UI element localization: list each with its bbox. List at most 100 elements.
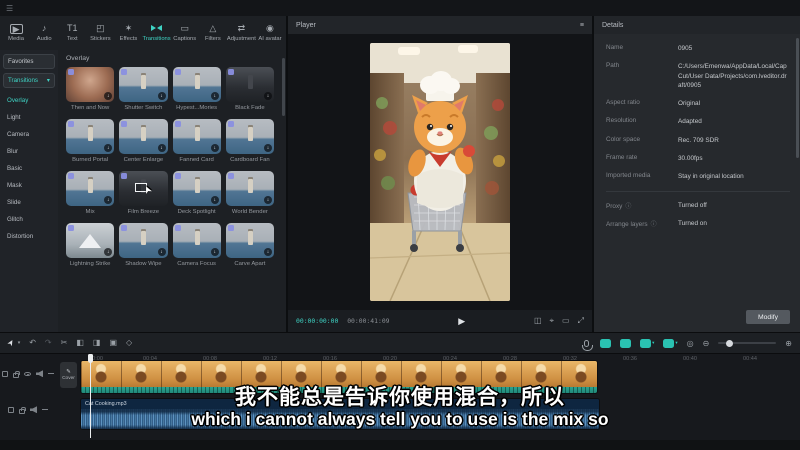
- transition-item[interactable]: ↓ Burned Portal: [66, 119, 114, 163]
- sidebar-item-favorites[interactable]: Favorites: [3, 54, 55, 69]
- ratio-icon[interactable]: ▭: [562, 316, 570, 326]
- tab-stickers[interactable]: ◰ Stickers: [86, 24, 114, 42]
- redo-icon[interactable]: ↷: [45, 339, 52, 347]
- audio-icon: ♪: [42, 24, 47, 34]
- delete-left-icon[interactable]: ◧: [76, 339, 84, 347]
- lock-icon[interactable]: [19, 409, 25, 414]
- freeze-icon[interactable]: ◇: [126, 339, 132, 347]
- transition-item[interactable]: ↓ Shutter Switch: [119, 67, 167, 111]
- transition-item[interactable]: ↓ Hypest...Mories: [173, 67, 221, 111]
- collapse-icon[interactable]: [42, 409, 48, 410]
- transition-item[interactable]: ↓ Mix: [66, 171, 114, 215]
- snapshot-icon[interactable]: ◎: [687, 339, 694, 348]
- modify-button[interactable]: Modify: [746, 310, 790, 324]
- record-voiceover-icon[interactable]: [584, 340, 589, 347]
- magnet-toggle-icon[interactable]: [600, 339, 611, 348]
- menu-icon[interactable]: ☰: [6, 4, 13, 13]
- tab-filters[interactable]: △ Filters: [199, 24, 227, 42]
- collapse-icon[interactable]: [48, 373, 54, 374]
- divider: [606, 191, 790, 192]
- split-icon[interactable]: ✂: [61, 339, 68, 347]
- sidebar-item-basic[interactable]: Basic: [3, 160, 55, 177]
- collection-badge-icon: [121, 121, 127, 127]
- sidebar-item-distortion[interactable]: Distortion: [3, 228, 55, 245]
- preview-axis-toggle-icon[interactable]: [640, 339, 651, 348]
- select-tool-icon[interactable]: ➤: [6, 338, 16, 348]
- download-icon: ↓: [211, 92, 219, 100]
- ai-avatar-icon: ◉: [266, 24, 274, 34]
- transition-item[interactable]: ↓ Fanned Card: [173, 119, 221, 163]
- current-timecode: 00:00:00:00: [296, 317, 338, 325]
- lock-icon[interactable]: [13, 373, 19, 378]
- mute-icon[interactable]: [36, 370, 43, 377]
- hide-track-icon[interactable]: [24, 372, 31, 377]
- timeline-zoom-slider[interactable]: [718, 342, 776, 344]
- filters-icon: △: [209, 24, 216, 34]
- details-scrollbar[interactable]: [796, 38, 799, 158]
- tab-text[interactable]: T1 Text: [58, 24, 86, 42]
- zoom-out-icon[interactable]: ⊖: [703, 339, 710, 348]
- linking-toggle-icon[interactable]: [620, 339, 631, 348]
- tab-audio[interactable]: ♪ Audio: [30, 24, 58, 42]
- transition-item-hovered[interactable]: ➤ Film Breeze: [119, 171, 167, 215]
- timeline[interactable]: 00:00 00:04 00:08 00:12 00:16 00:20 00:2…: [0, 354, 800, 440]
- player-menu-icon[interactable]: ≡: [580, 22, 584, 29]
- transition-item[interactable]: ↓ Center Enlarge: [119, 119, 167, 163]
- transition-item[interactable]: ↓ Lightning Strike: [66, 223, 114, 267]
- track-toggle-icon[interactable]: [2, 371, 8, 377]
- transition-item[interactable]: ↓ Cardboard Fan: [226, 119, 274, 163]
- transition-item[interactable]: ↓ Deck Spotlight: [173, 171, 221, 215]
- tab-adjustment[interactable]: ⇄ Adjustment: [227, 24, 256, 42]
- transition-item[interactable]: ↓ Then and Now: [66, 67, 114, 111]
- delete-right-icon[interactable]: ◨: [93, 339, 101, 347]
- collection-badge-icon: [175, 173, 181, 179]
- sidebar-item-blur[interactable]: Blur: [3, 143, 55, 160]
- auto-captions-toggle-icon[interactable]: [663, 339, 674, 348]
- media-tabbar: ▶ Media ♪ Audio T1 Text ◰ Stickers ✶ E: [0, 16, 286, 50]
- focus-icon[interactable]: ⌖: [550, 316, 555, 326]
- tab-media[interactable]: ▶ Media: [2, 24, 30, 42]
- transition-item[interactable]: ↓ Camera Focus: [173, 223, 221, 267]
- undo-icon[interactable]: ↶: [29, 339, 36, 347]
- download-icon: ↓: [211, 144, 219, 152]
- track-toggle-icon[interactable]: [8, 407, 14, 413]
- player-panel: Player ≡: [288, 16, 592, 332]
- transitions-grid-area: Overlay ↓ Then and Now ↓ Shutter Switch …: [58, 50, 286, 332]
- sidebar-item-mask[interactable]: Mask: [3, 177, 55, 194]
- mute-icon[interactable]: [30, 406, 37, 413]
- crop-icon[interactable]: ▣: [109, 339, 117, 347]
- video-clip[interactable]: [80, 360, 598, 394]
- sidebar-item-slide[interactable]: Slide: [3, 194, 55, 211]
- download-icon: ↓: [104, 248, 112, 256]
- zoom-slider-knob[interactable]: [726, 340, 733, 347]
- captions-icon: ▭: [180, 24, 189, 34]
- transition-item[interactable]: ↓ Carve Apart: [226, 223, 274, 267]
- play-button[interactable]: ▶: [458, 316, 465, 326]
- download-icon: ↓: [158, 92, 166, 100]
- grid-scrollbar[interactable]: [282, 58, 285, 116]
- transition-item[interactable]: ↓ World Bender: [226, 171, 274, 215]
- tab-ai-avatar[interactable]: ◉ AI avatar: [256, 24, 284, 42]
- tab-transitions[interactable]: Transitions: [143, 24, 171, 42]
- zoom-in-icon[interactable]: ⊕: [785, 339, 792, 348]
- sidebar-item-glitch[interactable]: Glitch: [3, 211, 55, 228]
- transition-item[interactable]: ↓ Black Fade: [226, 67, 274, 111]
- split-screen-icon[interactable]: ◫: [534, 316, 542, 326]
- download-icon: ↓: [158, 144, 166, 152]
- transition-item[interactable]: ↓ Shadow Wipe: [119, 223, 167, 267]
- collection-badge-icon: [68, 121, 74, 127]
- video-preview[interactable]: [370, 43, 510, 301]
- select-tool-caret-icon[interactable]: ▾: [18, 340, 21, 346]
- tab-captions[interactable]: ▭ Captions: [171, 24, 199, 42]
- playhead[interactable]: [88, 354, 93, 438]
- sidebar-item-camera[interactable]: Camera: [3, 126, 55, 143]
- capcut-window: ☰ ▶ Media ♪ Audio T1 Text ◰ Stic: [0, 0, 800, 450]
- sidebar-item-light[interactable]: Light: [3, 109, 55, 126]
- sidebar-group-transitions[interactable]: Transitions ▾: [3, 73, 55, 88]
- download-icon: ↓: [264, 92, 272, 100]
- sidebar-item-overlay[interactable]: Overlay: [3, 92, 55, 109]
- fullscreen-icon[interactable]: ⤢: [578, 316, 584, 326]
- tab-effects[interactable]: ✶ Effects: [114, 24, 142, 42]
- cover-button[interactable]: ✎ Cover: [60, 362, 77, 388]
- audio-clip[interactable]: Cat Cooking.mp3: [80, 398, 600, 430]
